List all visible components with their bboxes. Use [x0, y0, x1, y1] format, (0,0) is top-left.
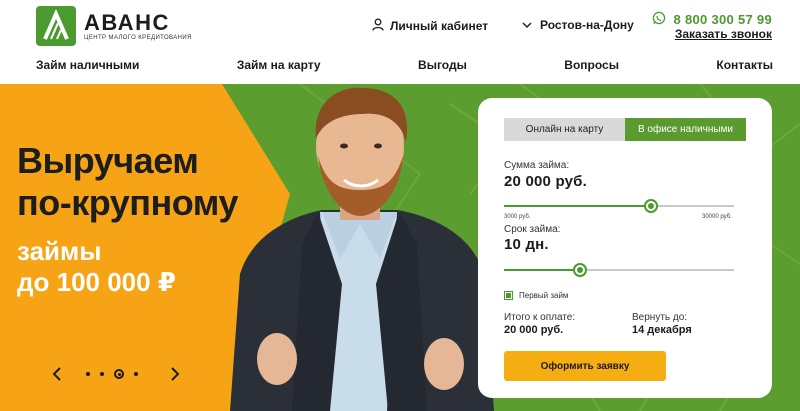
chevron-left-icon[interactable]: [50, 367, 64, 381]
logo-name: АВАНС: [84, 9, 170, 35]
amount-slider-fill: [504, 205, 651, 207]
tab-office-cash[interactable]: В офисе наличными: [625, 118, 746, 141]
personal-cabinet-label: Личный кабинет: [390, 19, 489, 33]
checkbox-icon: [504, 291, 513, 300]
city-label: Ростов-на-Дону: [540, 18, 634, 32]
amount-value: 20 000 руб.: [504, 173, 587, 190]
hero-subline: займы до 100 000 ₽: [17, 236, 176, 298]
personal-cabinet-link[interactable]: Личный кабинет: [372, 18, 488, 34]
nav-item-cash-loan[interactable]: Займ наличными: [36, 58, 139, 72]
nav-item-card-loan[interactable]: Займ на карту: [237, 58, 321, 72]
whatsapp-icon: [652, 11, 666, 28]
logo-icon: [36, 6, 76, 46]
hero-subline-line-2: до 100 000 ₽: [17, 267, 176, 297]
amount-min: 3000 руб.: [504, 214, 531, 220]
nav-item-questions[interactable]: Вопросы: [564, 58, 619, 72]
amount-slider[interactable]: [504, 199, 734, 213]
logo[interactable]: АВАНС ЦЕНТР МАЛОГО КРЕДИТОВАНИЯ: [36, 6, 192, 46]
total-label: Итого к оплате:: [504, 312, 576, 323]
hero-headline-text-1: Выручаем: [17, 140, 199, 181]
hero-headline-text-2: по-крупному: [17, 182, 238, 223]
slider-dot-2[interactable]: [100, 372, 104, 376]
callback-link[interactable]: Заказать звонок: [675, 27, 772, 41]
slider-dots: [86, 369, 148, 379]
logo-tagline: ЦЕНТР МАЛОГО КРЕДИТОВАНИЯ: [84, 34, 192, 41]
return-value: 14 декабря: [632, 324, 692, 336]
phone-number: 8 800 300 57 99: [673, 12, 772, 27]
city-selector[interactable]: Ростов-на-Дону: [522, 18, 634, 32]
hero-slider-controls: [50, 367, 182, 381]
hero-headline-overlay: Выручаем по-крупному: [17, 140, 238, 224]
tab-online-card[interactable]: Онлайн на карту: [504, 118, 625, 141]
loan-type-tabs: Онлайн на карту В офисе наличными: [504, 118, 746, 141]
slider-dot-3-active[interactable]: [114, 369, 124, 379]
hero-subline-line-1: займы: [17, 236, 102, 266]
first-loan-checkbox[interactable]: Первый займ: [504, 291, 568, 300]
return-label: Вернуть до:: [632, 312, 688, 323]
term-slider-fill: [504, 269, 580, 271]
total-value: 20 000 руб.: [504, 324, 564, 336]
term-slider[interactable]: [504, 263, 734, 277]
chevron-right-icon[interactable]: [168, 367, 182, 381]
slider-dot-1[interactable]: [86, 372, 90, 376]
amount-slider-thumb[interactable]: [644, 199, 658, 213]
term-value: 10 дн.: [504, 236, 549, 253]
submit-application-button[interactable]: Оформить заявку: [504, 351, 666, 381]
site-header: АВАНС ЦЕНТР МАЛОГО КРЕДИТОВАНИЯ Личный к…: [0, 0, 800, 84]
logo-text: АВАНС ЦЕНТР МАЛОГО КРЕДИТОВАНИЯ: [84, 9, 192, 41]
phone-link[interactable]: 8 800 300 57 99: [652, 11, 772, 28]
term-slider-thumb[interactable]: [573, 263, 587, 277]
amount-max: 30000 руб.: [702, 214, 732, 220]
hero-person-image: [230, 87, 494, 411]
term-label: Срок займа:: [504, 224, 561, 235]
user-icon: [372, 18, 384, 34]
chevron-down-icon: [522, 18, 532, 32]
slider-dot-4[interactable]: [134, 372, 138, 376]
nav-item-contacts[interactable]: Контакты: [716, 58, 773, 72]
first-loan-label: Первый займ: [519, 291, 569, 300]
amount-label: Сумма займа:: [504, 160, 570, 171]
loan-calculator: Онлайн на карту В офисе наличными Сумма …: [478, 98, 772, 398]
main-nav: Займ наличными Займ на карту Выгоды Вопр…: [36, 58, 773, 72]
nav-item-benefits[interactable]: Выгоды: [418, 58, 467, 72]
